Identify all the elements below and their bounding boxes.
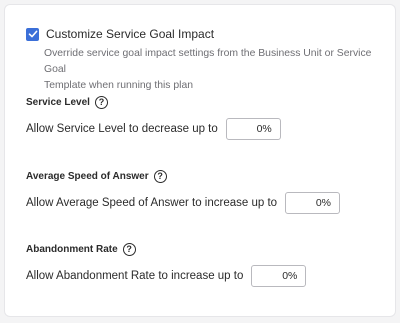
- section-title-label: Service Level: [26, 97, 90, 108]
- section-title-service-level: Service Level ?: [26, 96, 108, 109]
- average-speed-field-label: Allow Average Speed of Answer to increas…: [26, 197, 278, 209]
- customize-checkbox[interactable]: [26, 27, 39, 41]
- abandonment-rate-field-label: Allow Abandonment Rate to increase up to: [26, 270, 244, 282]
- customize-description-line1: Override service goal impact settings fr…: [44, 48, 372, 75]
- average-speed-percent-input[interactable]: 0%: [285, 192, 341, 214]
- customize-checkbox-label[interactable]: Customize Service Goal Impact: [46, 27, 214, 41]
- question-circle-icon[interactable]: ?: [122, 243, 136, 256]
- customize-description-line2: Template when running this plan: [44, 80, 194, 91]
- service-level-field-row: Allow Service Level to decrease up to 0%: [26, 118, 281, 140]
- checkmark-icon: [28, 30, 37, 38]
- section-title-label: Abandonment Rate: [26, 244, 118, 255]
- abandonment-rate-percent-input[interactable]: 0%: [251, 265, 307, 287]
- question-circle-icon[interactable]: ?: [94, 96, 108, 109]
- customize-checkbox-row[interactable]: Customize Service Goal Impact: [26, 27, 214, 41]
- section-title-label: Average Speed of Answer: [26, 171, 149, 182]
- question-circle-icon[interactable]: ?: [153, 170, 167, 183]
- section-title-abandonment-rate: Abandonment Rate ?: [26, 243, 136, 256]
- abandonment-rate-field-row: Allow Abandonment Rate to increase up to…: [26, 265, 307, 287]
- section-title-average-speed-of-answer: Average Speed of Answer ?: [26, 170, 167, 183]
- customize-description: Override service goal impact settings fr…: [44, 46, 384, 94]
- page: Customize Service Goal Impact Override s…: [0, 0, 400, 323]
- average-speed-field-row: Allow Average Speed of Answer to increas…: [26, 192, 341, 214]
- service-goal-panel: Customize Service Goal Impact Override s…: [4, 4, 396, 317]
- service-level-percent-input[interactable]: 0%: [225, 118, 281, 140]
- service-level-field-label: Allow Service Level to decrease up to: [26, 123, 218, 135]
